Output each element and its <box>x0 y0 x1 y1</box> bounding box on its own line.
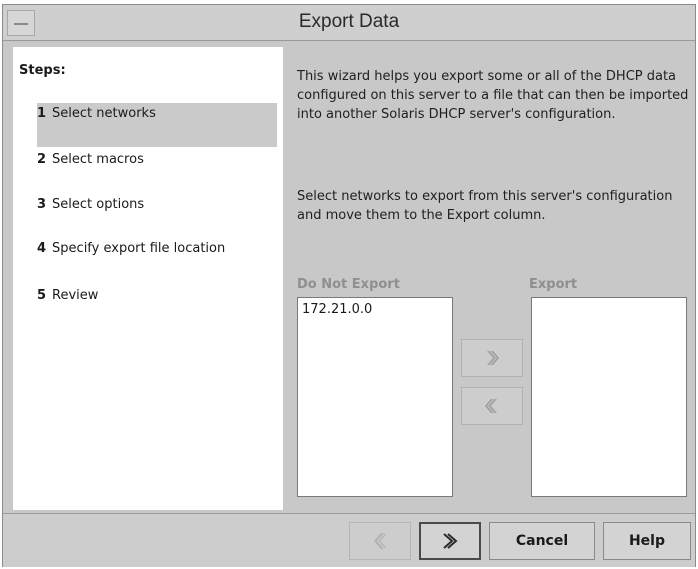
do-not-export-label: Do Not Export <box>297 277 400 292</box>
step-number: 5 <box>37 288 47 303</box>
step-number: 3 <box>37 197 47 212</box>
step-number: 2 <box>37 152 47 167</box>
double-chevron-left-icon <box>485 399 497 413</box>
step-label: Review <box>52 288 99 303</box>
step-specify-export-file-location[interactable]: 4 Specify export file location <box>37 238 277 282</box>
help-button[interactable]: Help <box>603 522 691 560</box>
step-label: Select networks <box>52 106 156 121</box>
double-chevron-right-icon <box>487 351 499 365</box>
export-label: Export <box>529 277 578 292</box>
step-review[interactable]: 5 Review <box>37 285 277 329</box>
move-to-export-button[interactable] <box>461 339 523 377</box>
export-list[interactable] <box>531 297 687 497</box>
back-button[interactable] <box>349 522 411 560</box>
back-arrow-icon <box>374 533 386 549</box>
step-select-options[interactable]: 3 Select options <box>37 194 277 238</box>
step-number: 4 <box>37 241 47 256</box>
step-label: Select options <box>52 197 145 212</box>
step-label: Specify export file location <box>52 241 226 256</box>
intro-text: This wizard helps you export some or all… <box>297 69 689 122</box>
next-button[interactable] <box>419 522 481 560</box>
title-bar: Export Data <box>3 5 695 41</box>
content-panel: This wizard helps you export some or all… <box>285 47 695 510</box>
steps-heading: Steps: <box>19 63 66 78</box>
do-not-export-list[interactable]: 172.21.0.0 <box>297 297 453 497</box>
step-label: Select macros <box>52 152 144 167</box>
list-item[interactable]: 172.21.0.0 <box>302 302 448 317</box>
wizard-footer: Cancel Help <box>3 513 695 567</box>
window-title: Export Data <box>298 11 400 32</box>
steps-panel: Steps: 1 Select networks 2 Select macros… <box>13 47 283 510</box>
cancel-button[interactable]: Cancel <box>489 522 595 560</box>
next-arrow-icon <box>443 533 458 549</box>
move-to-do-not-export-button[interactable] <box>461 387 523 425</box>
step-select-networks[interactable]: 1 Select networks <box>37 103 277 147</box>
export-data-window: Export Data Steps: 1 Select networks 2 S… <box>2 4 696 567</box>
step-select-macros[interactable]: 2 Select macros <box>37 149 277 193</box>
instructions-text: Select networks to export from this serv… <box>297 189 673 223</box>
step-number: 1 <box>37 106 47 121</box>
